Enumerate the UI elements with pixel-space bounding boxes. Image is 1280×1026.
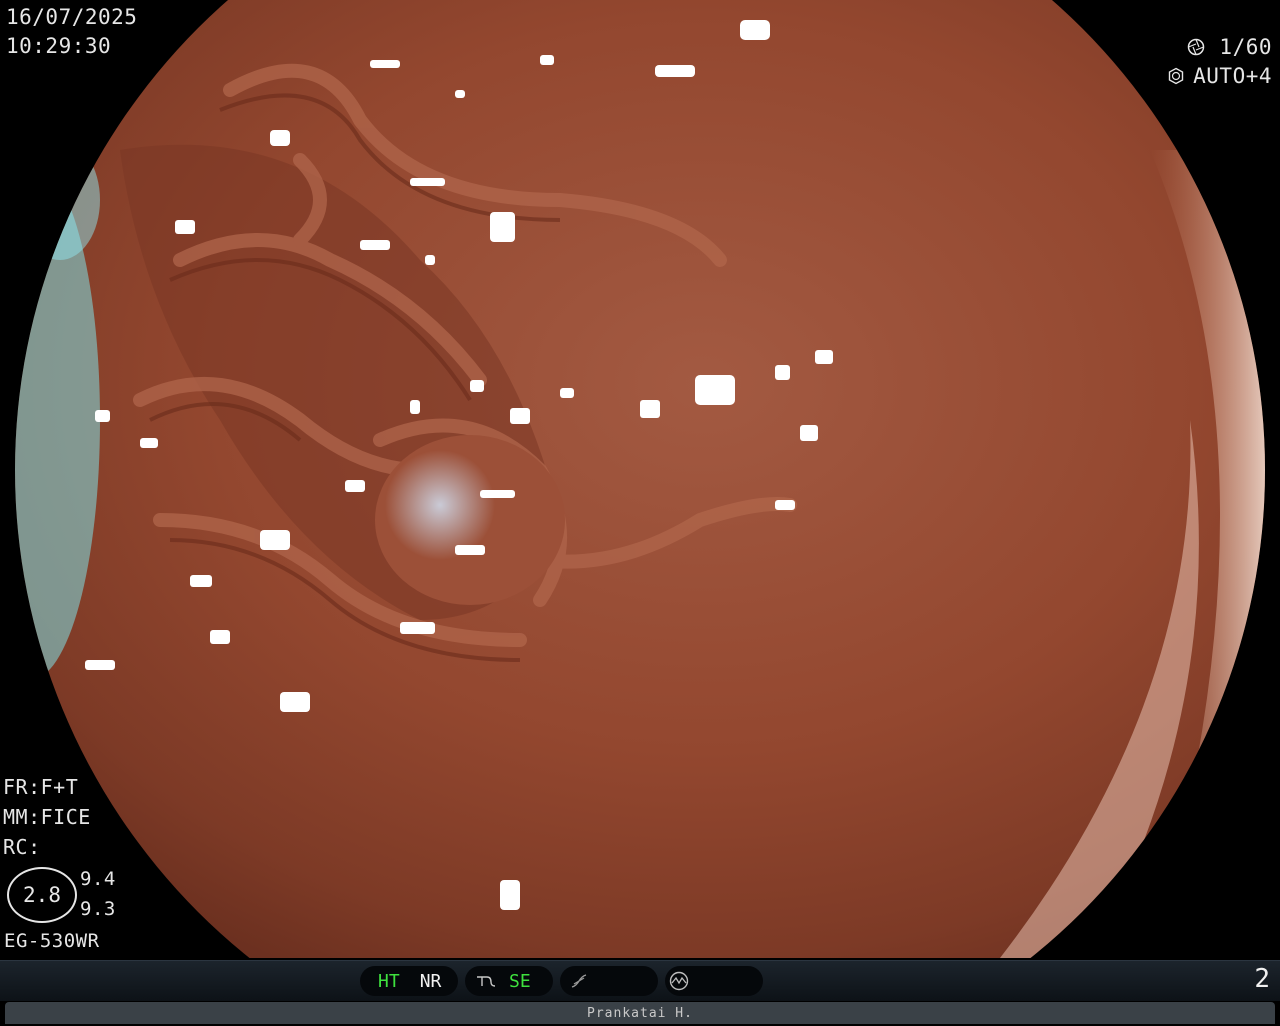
zoom-indicator: 2.8 xyxy=(7,867,77,923)
waveform-pill xyxy=(665,966,763,996)
ht-label: HT xyxy=(378,970,400,992)
status-bar: HT NR SE xyxy=(0,960,1280,1001)
value-top: 9.4 xyxy=(80,868,116,890)
operator-bar: Prankatai H. xyxy=(5,1002,1275,1024)
date-display: 16/07/2025 xyxy=(6,5,138,29)
enhance-icon xyxy=(477,976,496,987)
enhance-pill: SE xyxy=(465,966,553,996)
operator-name: Prankatai H. xyxy=(587,1006,693,1021)
shutter-indicator: 1/60 xyxy=(1187,32,1272,62)
page-number: 2 xyxy=(1254,964,1270,994)
se-label: SE xyxy=(509,970,531,992)
fr-setting: FR:F+T xyxy=(3,775,79,799)
iris-indicator: AUTO+4 xyxy=(1167,61,1272,91)
curve-pill xyxy=(560,966,658,996)
shutter-value: 1/60 xyxy=(1219,35,1272,59)
value-bottom: 9.3 xyxy=(80,898,116,920)
waveform-icon xyxy=(669,971,689,991)
iris-value: AUTO+4 xyxy=(1193,64,1272,88)
curve-icon xyxy=(571,974,587,988)
time-display: 10:29:30 xyxy=(6,34,112,58)
ht-nr-pill: HT NR xyxy=(360,966,458,996)
endoscopic-image xyxy=(0,0,1280,958)
iris-icon xyxy=(1168,67,1184,85)
nr-label: NR xyxy=(419,970,442,992)
rc-setting: RC: xyxy=(3,835,41,859)
scope-model: EG-530WR xyxy=(4,930,100,952)
mm-setting: MM:FICE xyxy=(3,805,91,829)
zoom-value: 2.8 xyxy=(23,883,61,907)
shutter-icon xyxy=(1188,38,1205,56)
